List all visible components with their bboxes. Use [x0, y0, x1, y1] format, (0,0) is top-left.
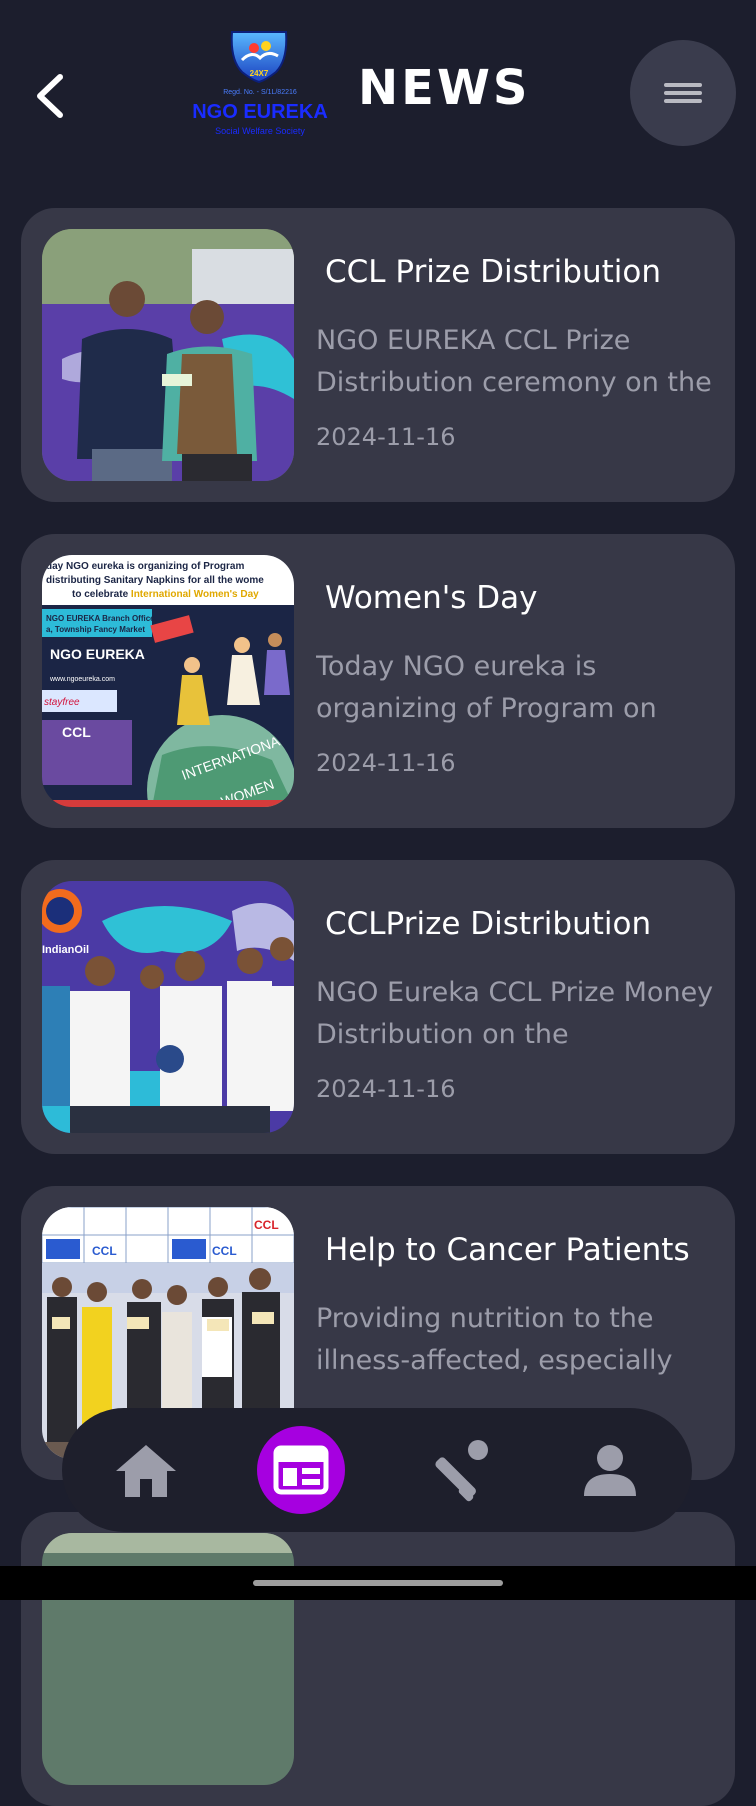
news-card[interactable]: CCL Prize Distribution NGO EUREKA CCL Pr…	[21, 208, 735, 502]
nav-news[interactable]	[257, 1426, 345, 1514]
svg-text:stayfree: stayfree	[44, 697, 80, 708]
hamburger-icon	[664, 79, 702, 107]
svg-text:CCL: CCL	[254, 1218, 279, 1232]
system-gesture-bar	[0, 1566, 756, 1600]
svg-text:NGO EUREKA: NGO EUREKA	[50, 646, 145, 662]
news-description: NGO EUREKA CCL Prize Distribution ceremo…	[316, 325, 712, 398]
news-description: NGO Eureka CCL Prize Money Distribution …	[316, 977, 714, 1050]
news-title: Help to Cancer Patients	[325, 1232, 690, 1268]
profile-icon	[584, 1445, 636, 1496]
svg-text:CCL: CCL	[212, 1244, 237, 1258]
news-thumbnail: day NGO eureka is organizing of Program …	[42, 555, 294, 807]
svg-text:day NGO eureka is organizing o: day NGO eureka is organizing of Program	[46, 561, 244, 572]
app-header: 24X7 Regd. No. - S/1L/82216 NGO EUREKA S…	[0, 0, 756, 190]
news-date: 2024-11-16	[316, 749, 456, 777]
menu-button[interactable]	[630, 40, 736, 146]
back-button[interactable]	[22, 64, 78, 128]
svg-text:CCL: CCL	[92, 1244, 117, 1258]
svg-text:24X7: 24X7	[250, 69, 269, 78]
news-description: Today NGO eureka is organizing of Progra…	[316, 651, 657, 724]
ngo-eureka-logo: 24X7 Regd. No. - S/1L/82216 NGO EUREKA S…	[190, 26, 330, 146]
svg-text:www.ngoeureka.com: www.ngoeureka.com	[49, 676, 115, 683]
news-icon	[273, 1445, 329, 1495]
svg-text:to celebrate International Wom: to celebrate International Women's Day	[72, 589, 259, 600]
home-icon	[116, 1445, 176, 1497]
news-title: Women's Day	[325, 580, 538, 616]
news-thumbnail	[42, 229, 294, 481]
svg-text:Regd. No. - S/1L/82216: Regd. No. - S/1L/82216	[223, 89, 297, 96]
news-date: 2024-11-16	[316, 423, 456, 451]
news-card[interactable]	[21, 1512, 735, 1806]
news-date: 2024-11-16	[316, 1075, 456, 1103]
page-title: NEWS	[358, 60, 531, 116]
svg-text:a, Township Fancy Market: a, Township Fancy Market	[46, 625, 145, 634]
back-arrow-icon	[37, 74, 63, 118]
nav-profile[interactable]	[570, 1430, 650, 1510]
svg-text:Social Welfare Society: Social Welfare Society	[215, 126, 305, 136]
svg-text:NGO EUREKA: NGO EUREKA	[192, 101, 328, 123]
bottom-navigation	[62, 1408, 692, 1532]
news-card[interactable]: day NGO eureka is organizing of Program …	[21, 534, 735, 828]
cricket-icon	[435, 1440, 488, 1502]
news-description: Providing nutrition to the illness-affec…	[316, 1303, 673, 1376]
news-title: CCL Prize Distribution	[325, 254, 661, 290]
home-indicator[interactable]	[253, 1580, 503, 1586]
nav-home[interactable]	[106, 1430, 186, 1510]
news-thumbnail: IndianOil	[42, 881, 294, 1133]
news-card[interactable]: IndianOil CCLPrize Distribution NGO Eure…	[21, 860, 735, 1154]
news-title: CCLPrize Distribution	[325, 906, 652, 942]
nav-cricket[interactable]	[418, 1430, 498, 1510]
svg-text:distributing Sanitary Napkins: distributing Sanitary Napkins for all th…	[46, 575, 264, 586]
svg-text:NGO EUREKA Branch Office,: NGO EUREKA Branch Office,	[46, 614, 157, 623]
svg-text:CCL: CCL	[62, 724, 91, 740]
svg-text:IndianOil: IndianOil	[42, 944, 89, 956]
